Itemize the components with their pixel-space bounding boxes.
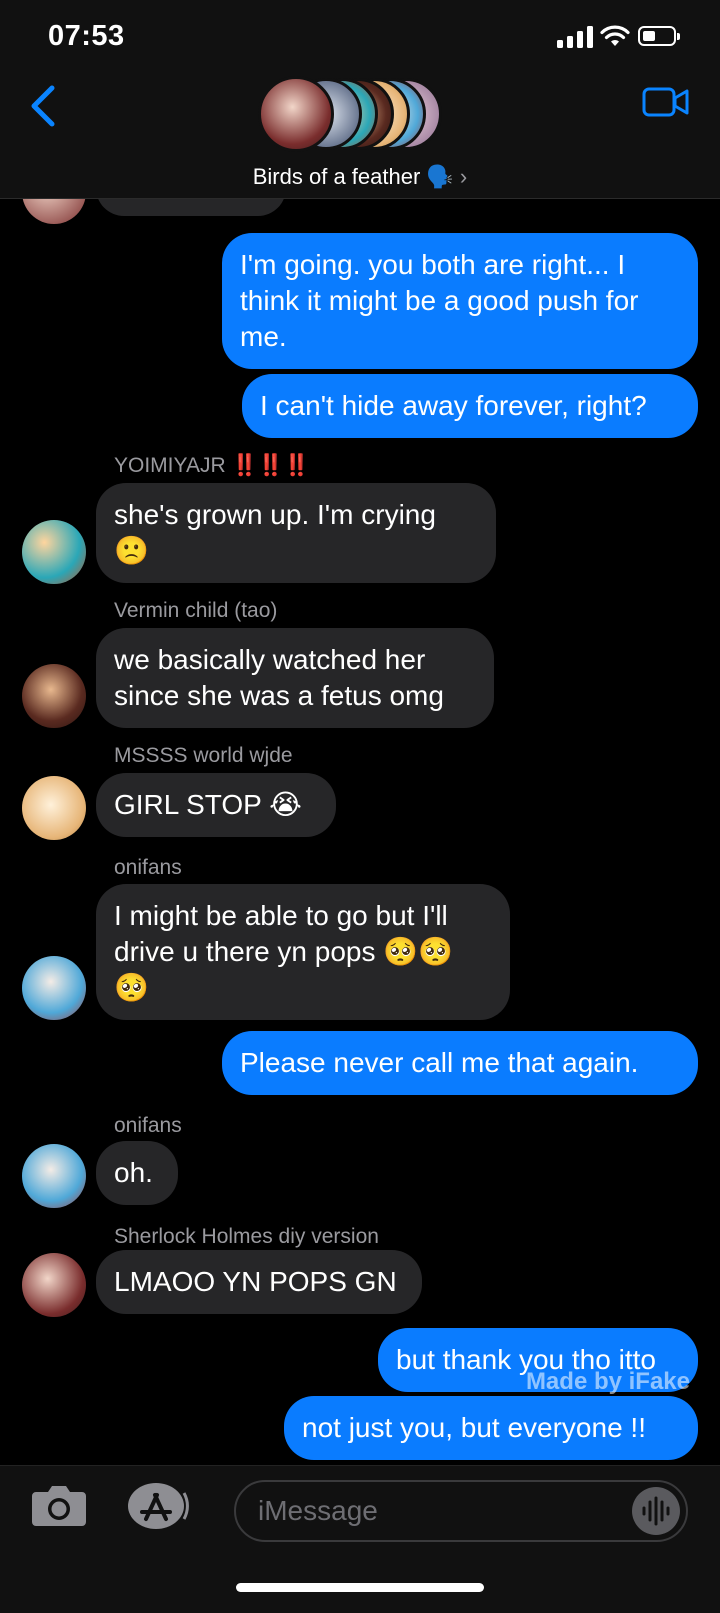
chevron-right-icon: › — [459, 164, 468, 189]
message-bubble-outgoing[interactable]: I can't hide away forever, right? — [242, 374, 698, 438]
conversation-header: 07:53 Birds of a feather 🗣️ › — [0, 0, 720, 199]
message-bubble-incoming[interactable]: she's grown up. I'm crying 🙁 — [96, 483, 496, 583]
message-bubble-incoming[interactable]: I might be able to go but I'll drive u t… — [96, 884, 510, 1020]
signal-icon — [557, 26, 593, 48]
sender-name: onifans — [114, 1114, 182, 1137]
avatar[interactable] — [22, 1253, 86, 1317]
compose-bar: iMessage — [0, 1465, 720, 1613]
message-bubble-incoming[interactable]: oh. — [96, 1141, 178, 1205]
message-bubble-incoming[interactable]: GIRL STOP 😭 — [96, 773, 336, 837]
avatar[interactable] — [22, 956, 86, 1020]
message-bubble-incoming[interactable]: LMAOO YN POPS GN — [96, 1250, 422, 1314]
home-indicator[interactable] — [236, 1583, 484, 1592]
app-store-icon[interactable] — [126, 1481, 192, 1531]
audio-waveform-glyph — [642, 1496, 670, 1526]
avatar[interactable] — [22, 1144, 86, 1208]
sender-name: onifans — [114, 856, 182, 879]
message-thread[interactable]: I'm going. you both are right... I think… — [0, 0, 720, 1465]
message-input[interactable]: iMessage — [234, 1480, 688, 1542]
camera-icon[interactable] — [30, 1484, 88, 1528]
group-name[interactable]: Birds of a feather 🗣️ › — [0, 164, 720, 190]
status-bar: 07:53 — [0, 0, 720, 70]
avatar — [258, 76, 334, 152]
group-avatar-stack[interactable] — [258, 76, 458, 154]
sender-name: MSSSS world wjde — [114, 744, 293, 767]
message-bubble-outgoing[interactable]: I'm going. you both are right... I think… — [222, 233, 698, 369]
sender-name: Vermin child (tao) — [114, 599, 278, 622]
group-name-label: Birds of a feather 🗣️ — [252, 164, 454, 189]
avatar[interactable] — [22, 520, 86, 584]
message-input-placeholder: iMessage — [258, 1495, 378, 1526]
video-call-icon[interactable] — [642, 86, 690, 118]
avatar[interactable] — [22, 664, 86, 728]
sender-name: Sherlock Holmes diy version — [114, 1225, 379, 1248]
watermark: Made by iFake — [525, 1368, 690, 1395]
avatar[interactable] — [22, 776, 86, 840]
status-time: 07:53 — [48, 20, 125, 52]
audio-waveform-icon[interactable] — [632, 1487, 680, 1535]
wifi-icon — [600, 25, 630, 46]
message-bubble-outgoing[interactable]: not just you, but everyone !! — [284, 1396, 698, 1460]
sender-name: YOIMIYAJR ‼️‼️‼️ — [114, 454, 310, 477]
message-bubble-outgoing[interactable]: Please never call me that again. — [222, 1031, 698, 1095]
battery-icon — [638, 26, 680, 46]
back-chevron-icon[interactable] — [26, 84, 62, 128]
message-bubble-incoming[interactable]: we basically watched her since she was a… — [96, 628, 494, 728]
